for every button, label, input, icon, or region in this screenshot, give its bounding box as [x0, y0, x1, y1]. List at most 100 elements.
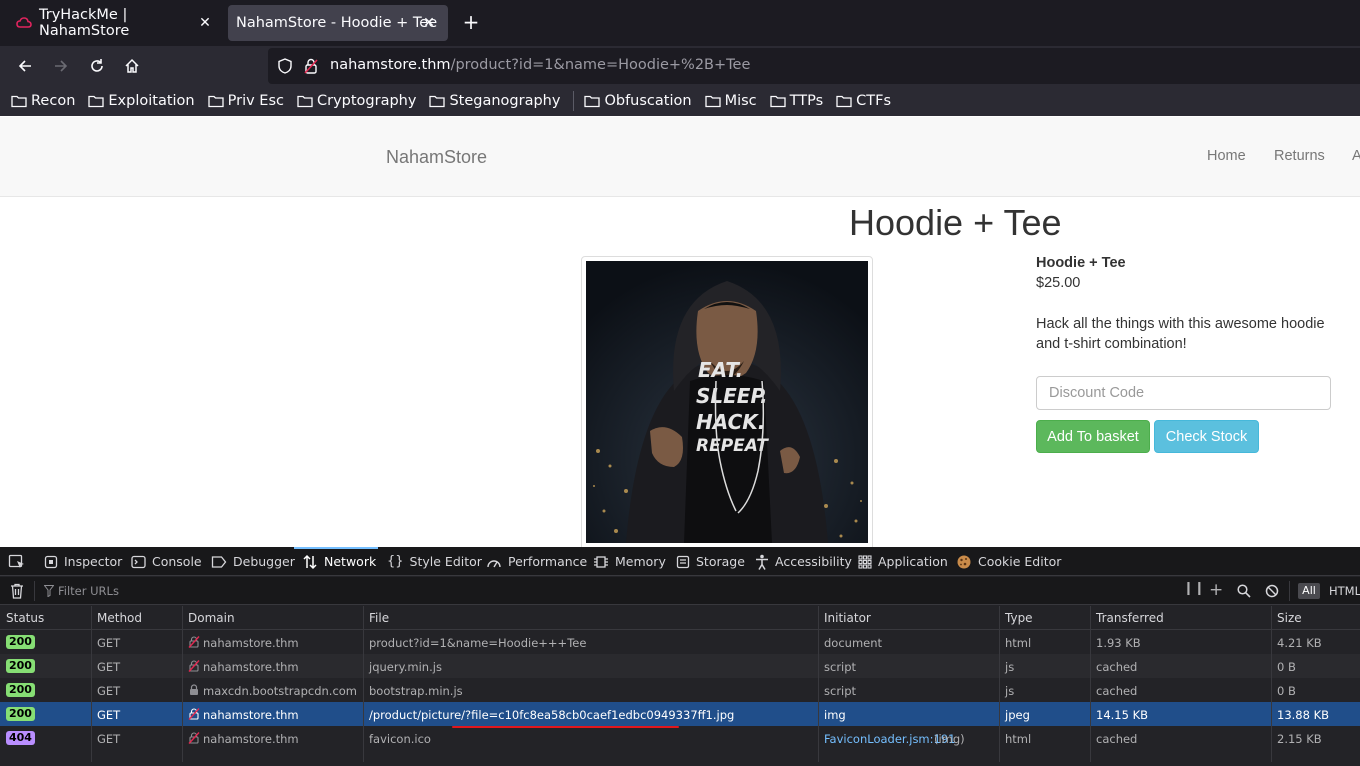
col-status[interactable]: Status [6, 611, 44, 625]
filter-html-button[interactable]: HTML [1329, 584, 1360, 598]
tab-debugger[interactable]: Debugger [211, 547, 295, 576]
product-heading: Hoodie + Tee [849, 202, 1062, 243]
home-button[interactable] [120, 54, 144, 78]
tab-label: Debugger [233, 554, 295, 569]
domain-cell: nahamstore.thm [203, 636, 299, 650]
bookmark-folder-ctfs[interactable]: CTFs [836, 93, 891, 109]
tab-cookie-editor[interactable]: Cookie Editor [956, 547, 1061, 576]
column-divider[interactable] [1271, 606, 1272, 762]
bookmark-label: Cryptography [316, 93, 417, 109]
braces-icon: {} [387, 554, 404, 569]
close-icon[interactable]: ✕ [420, 14, 438, 32]
table-row[interactable]: 200 GET nahamstore.thm/product/picture/?fi… [0, 702, 1360, 726]
bookmark-label: Exploitation [108, 93, 195, 109]
product-price: $25.00 [1036, 275, 1081, 291]
shield-icon[interactable] [277, 58, 293, 74]
column-divider[interactable] [91, 606, 92, 762]
discount-code-input[interactable] [1036, 376, 1331, 410]
column-divider[interactable] [1090, 606, 1091, 762]
block-icon[interactable] [1265, 584, 1279, 598]
filter-all-button[interactable]: All [1298, 583, 1320, 599]
domain-cell: nahamstore.thm [203, 660, 299, 674]
tab-accessibility[interactable]: Accessibility [755, 547, 852, 576]
tab-tryhackme[interactable]: TryHackMe | NahamStore ✕ [8, 5, 224, 41]
product-name: Hoodie + Tee [1036, 255, 1126, 271]
bookmark-folder-recon[interactable]: Recon [11, 93, 75, 109]
col-method[interactable]: Method [97, 611, 142, 625]
bookmark-folder-priv-esc[interactable]: Priv Esc [207, 93, 284, 109]
tab-performance[interactable]: Performance [486, 547, 587, 576]
domain-cell: maxcdn.bootstrapcdn.com [203, 684, 358, 698]
tab-nahamstore[interactable]: NahamStore - Hoodie + Tee ✕ [228, 5, 448, 41]
file-cell: /product/picture/?file=c10fc8ea58cb0caef… [369, 708, 735, 722]
col-size[interactable]: Size [1277, 611, 1302, 625]
reload-button[interactable] [85, 54, 109, 78]
new-tab-button[interactable]: + [460, 12, 482, 34]
table-row[interactable]: 200 GET maxcdn.bootstrapcdn.com bootstrap.m… [0, 678, 1360, 702]
col-file[interactable]: File [369, 611, 389, 625]
shirt-text-line: EAT. [698, 358, 743, 382]
tab-storage[interactable]: Storage [676, 547, 745, 576]
filter-urls-input[interactable]: Filter URLs [58, 584, 119, 598]
check-stock-button[interactable]: Check Stock [1154, 420, 1259, 453]
size-cell: 2.15 KB [1277, 732, 1322, 746]
bookmark-label: Recon [31, 93, 76, 109]
col-type[interactable]: Type [1005, 611, 1033, 625]
site-brand[interactable]: NahamStore [386, 147, 487, 168]
nav-link-cut[interactable]: A [1352, 148, 1360, 164]
bookmark-folder-steganography[interactable]: Steganography [429, 93, 560, 109]
address-bar[interactable]: nahamstore.thm/product?id=1&name=Hoodie+… [268, 48, 1360, 84]
trash-icon[interactable] [10, 583, 24, 599]
tab-strip: TryHackMe | NahamStore ✕ NahamStore - Ho… [0, 0, 1360, 46]
add-to-basket-button[interactable]: Add To basket [1036, 420, 1150, 453]
home-icon [125, 58, 139, 73]
tab-console[interactable]: Console [131, 547, 202, 576]
tab-style-editor[interactable]: {} Style Editor [387, 547, 482, 576]
bookmark-folder-exploitation[interactable]: Exploitation [88, 93, 195, 109]
lock-insecure-icon[interactable] [304, 58, 318, 74]
tab-memory[interactable]: Memory [593, 547, 666, 576]
memory-chip-icon [594, 555, 608, 568]
folder-icon [297, 95, 313, 108]
initiator-cell: document [824, 636, 883, 650]
col-transferred[interactable]: Transferred [1096, 611, 1164, 625]
back-button[interactable] [13, 54, 37, 78]
tab-application[interactable]: Application [858, 547, 948, 576]
pause-icon[interactable]: ❙❙ [1183, 581, 1205, 596]
nav-link-returns[interactable]: Returns [1274, 148, 1325, 164]
bookmark-label: CTFs [856, 93, 892, 109]
element-picker-button[interactable] [8, 547, 32, 576]
tab-network[interactable]: Network [302, 547, 376, 576]
tab-inspector[interactable]: Inspector [44, 547, 122, 576]
tab-label: Inspector [64, 554, 123, 569]
url-text[interactable]: nahamstore.thm/product?id=1&name=Hoodie+… [330, 57, 750, 73]
column-divider[interactable] [999, 606, 1000, 762]
forward-button[interactable] [49, 54, 73, 78]
table-row[interactable]: 200 GET nahamstore.thm product?id=1&name=Ho… [0, 630, 1360, 654]
size-cell: 4.21 KB [1277, 636, 1322, 650]
bookmark-folder-misc[interactable]: Misc [704, 93, 757, 109]
status-badge: 200 [6, 683, 35, 697]
close-icon[interactable]: ✕ [196, 14, 214, 32]
column-divider[interactable] [363, 606, 364, 762]
nav-link-home[interactable]: Home [1207, 148, 1246, 164]
folder-icon [584, 95, 601, 108]
plus-icon[interactable]: + [1209, 580, 1223, 600]
bookmark-separator [573, 91, 575, 111]
bookmark-folder-ttps[interactable]: TTPs [769, 93, 823, 109]
insecure-connection-icon [188, 660, 200, 672]
col-initiator[interactable]: Initiator [824, 611, 871, 625]
bookmark-folder-obfuscation[interactable]: Obfuscation [584, 93, 692, 109]
product-description: Hack all the things with this awesome ho… [1036, 316, 1325, 352]
tab-label: Network [324, 554, 377, 569]
column-divider[interactable] [182, 606, 183, 762]
table-row[interactable]: 200 GET nahamstore.thm jquery.min.js script j… [0, 654, 1360, 678]
col-domain[interactable]: Domain [188, 611, 235, 625]
bookmark-folder-cryptography[interactable]: Cryptography [297, 93, 416, 109]
size-cell: 13.88 KB [1277, 708, 1330, 722]
table-row[interactable]: 404 GET nahamstore.thm favicon.ico FaviconLo… [0, 726, 1360, 750]
search-icon[interactable] [1237, 584, 1251, 598]
devtools-panel: Inspector Console Debugger Network {} St… [0, 547, 1360, 766]
transferred-cell: cached [1096, 732, 1138, 746]
column-divider[interactable] [818, 606, 819, 762]
